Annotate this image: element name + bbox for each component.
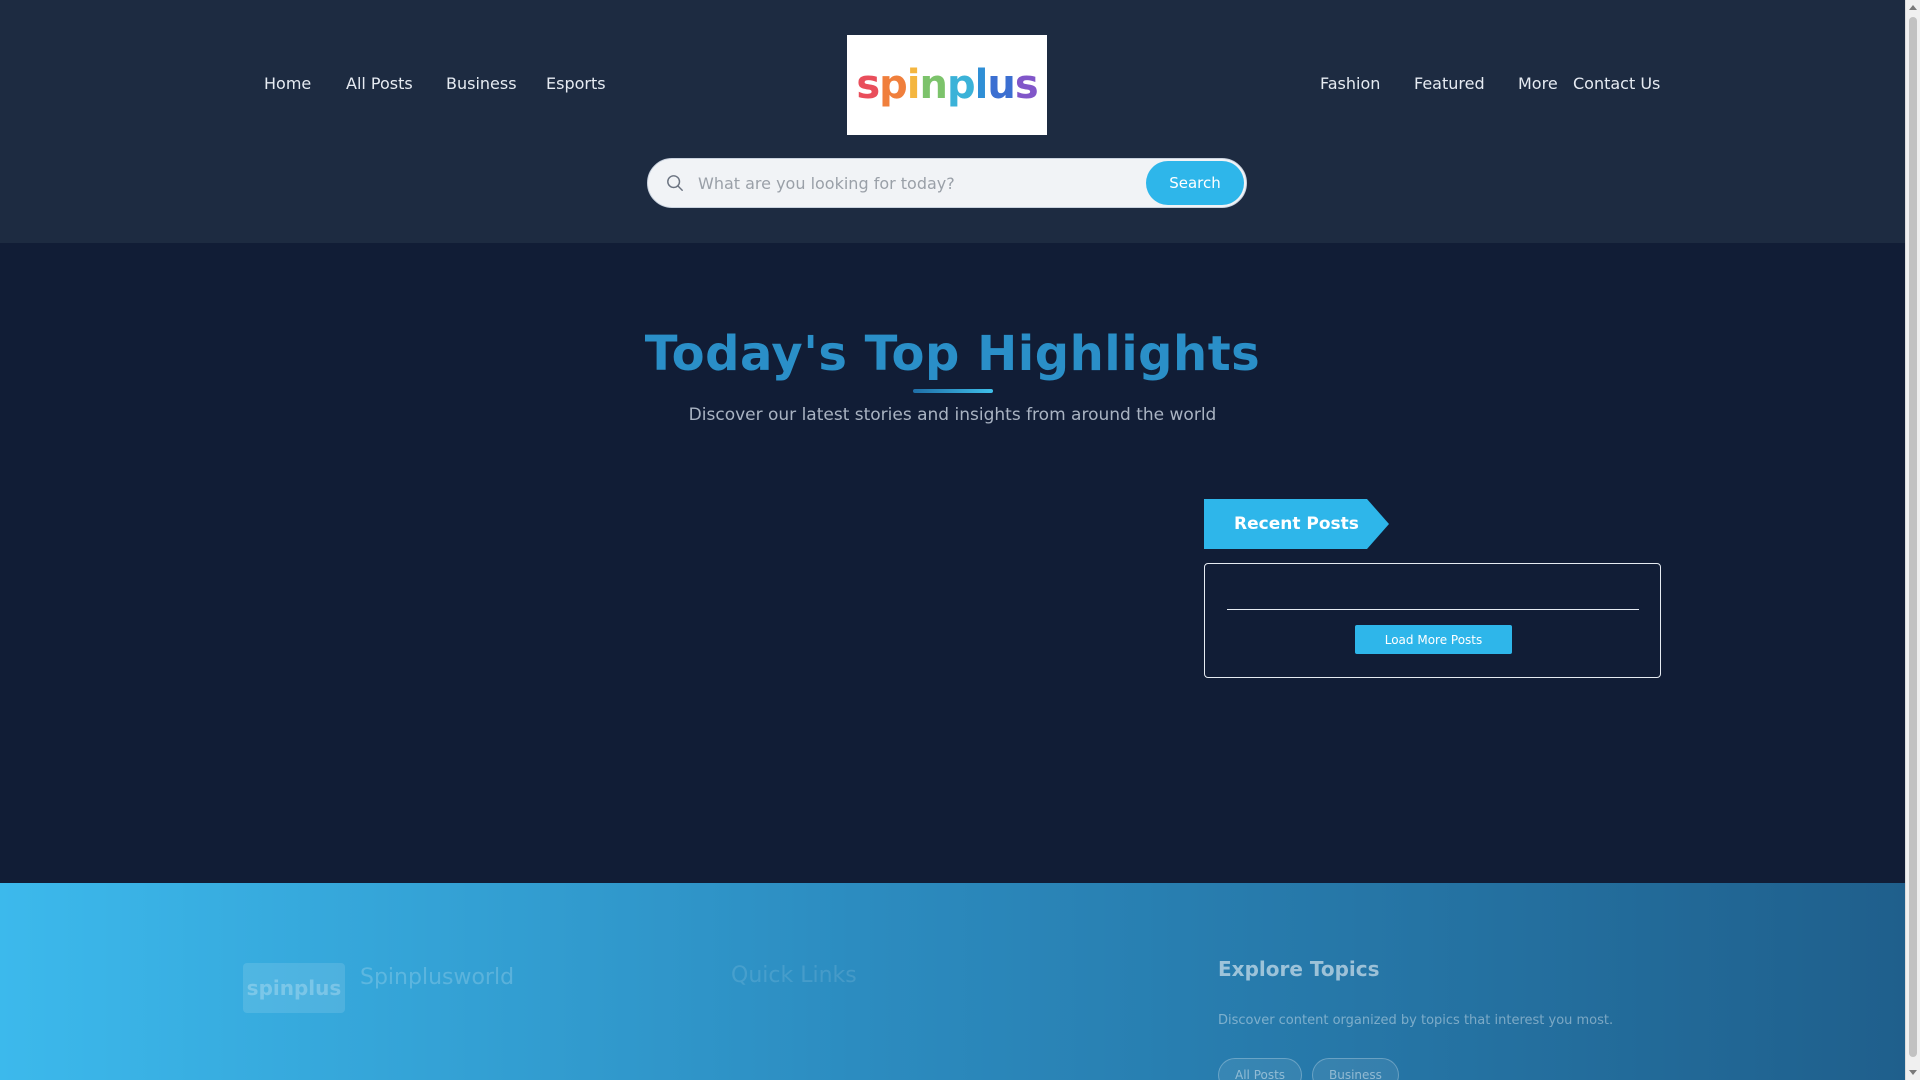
footer-logo-text: spinplus [246, 976, 342, 1000]
nav-featured[interactable]: Featured [1414, 74, 1485, 94]
nav-all-posts[interactable]: All Posts [346, 74, 413, 94]
nav-esports[interactable]: Esports [546, 74, 606, 94]
scroll-up-arrow[interactable] [1909, 5, 1917, 10]
footer-logo[interactable]: spinplus [243, 963, 345, 1013]
page-subtitle: Discover our latest stories and insights… [688, 405, 1217, 425]
nav-business[interactable]: Business [446, 74, 517, 94]
search-bar: Search [647, 158, 1247, 208]
nav-contact-us[interactable]: Contact Us [1573, 74, 1660, 94]
nav-home[interactable]: Home [264, 74, 311, 94]
nav-fashion[interactable]: Fashion [1320, 74, 1380, 94]
logo-wordmark: spinplus [856, 62, 1038, 108]
footer-explore-topics-title: Explore Topics [1218, 957, 1380, 981]
topic-tag-all-posts[interactable]: All Posts [1218, 1058, 1303, 1080]
search-icon [667, 175, 683, 191]
page-title: Today's Top Highlights [644, 326, 1261, 382]
site-header: Home All Posts Business Esports spinplus… [0, 0, 1905, 243]
title-underline [913, 389, 993, 393]
site-footer: spinplus Spinplusworld Quick Links Explo… [0, 883, 1905, 1080]
recent-posts-label: Recent Posts [1234, 514, 1359, 534]
site-logo[interactable]: spinplus [847, 35, 1047, 135]
footer-quick-links-title: Quick Links [731, 963, 857, 988]
recent-posts-divider [1227, 609, 1639, 610]
recent-posts-panel: Load More Posts [1204, 563, 1661, 678]
scroll-down-arrow[interactable] [1909, 1070, 1917, 1075]
search-button[interactable]: Search [1146, 161, 1244, 205]
scroll-thumb[interactable] [1909, 17, 1917, 1057]
footer-explore-topics-description: Discover content organized by topics tha… [1218, 1013, 1614, 1028]
search-input[interactable] [698, 159, 1138, 207]
topic-tag-business[interactable]: Business [1312, 1058, 1399, 1080]
recent-posts-tab: Recent Posts [1204, 499, 1389, 549]
load-more-posts-button[interactable]: Load More Posts [1355, 625, 1512, 654]
footer-brand-name: Spinplusworld [360, 965, 515, 990]
page-scrollbar[interactable] [1905, 0, 1920, 1080]
nav-more[interactable]: More [1518, 74, 1558, 94]
